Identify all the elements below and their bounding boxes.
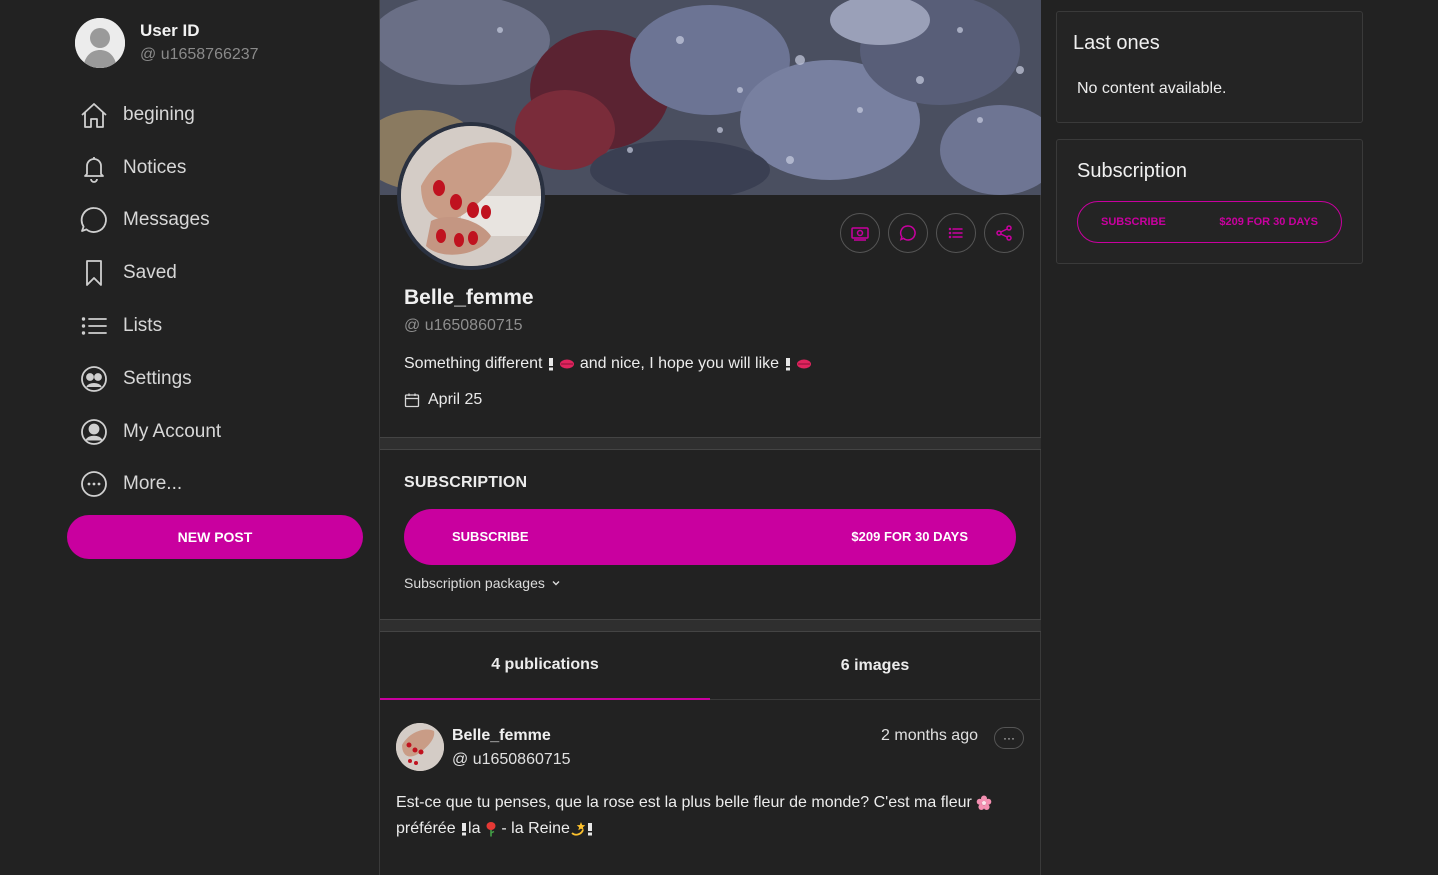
nav-label: Saved bbox=[123, 262, 177, 283]
profile-main: Belle_femme @ u1650860715 Something diff… bbox=[379, 0, 1041, 875]
post-timestamp: 2 months ago bbox=[881, 727, 978, 744]
post-text-line-2b: la bbox=[468, 820, 481, 837]
nav-label: Lists bbox=[123, 315, 163, 336]
nav-label: Messages bbox=[123, 209, 210, 230]
nav-item-saved[interactable]: Saved bbox=[79, 255, 349, 291]
add-to-list-button[interactable] bbox=[936, 213, 976, 253]
subscribe-price: $209 FOR 30 DAYS bbox=[1219, 216, 1318, 228]
exclamation-icon bbox=[460, 822, 468, 836]
subscribe-button-small[interactable]: SUBSCRIBE $209 FOR 30 DAYS bbox=[1077, 201, 1342, 243]
last-ones-empty: No content available. bbox=[1077, 80, 1227, 97]
money-icon bbox=[850, 223, 870, 243]
current-user[interactable]: User ID @ u1658766237 bbox=[75, 18, 355, 70]
nav-item-lists[interactable]: Lists bbox=[79, 308, 349, 344]
nav-label: More... bbox=[123, 473, 183, 494]
tab-publications[interactable]: 4 publications bbox=[380, 631, 710, 700]
exclamation-icon bbox=[547, 357, 555, 371]
subscribe-price: $209 FOR 30 DAYS bbox=[851, 529, 968, 544]
exclamation-icon bbox=[784, 357, 792, 371]
cherry-blossom-icon bbox=[976, 795, 992, 811]
nav-item-begining[interactable]: begining bbox=[79, 97, 349, 133]
profile-actions bbox=[840, 213, 1024, 253]
post-author-name[interactable]: Belle_femme bbox=[452, 727, 551, 745]
nav-item-my-account[interactable]: My Account bbox=[79, 414, 349, 450]
chat-bubble-icon bbox=[79, 205, 109, 235]
message-button[interactable] bbox=[888, 213, 928, 253]
profile-bio: Something different and nice, I hope you… bbox=[404, 355, 812, 373]
nav-item-messages[interactable]: Messages bbox=[79, 202, 349, 238]
nav-item-more[interactable]: More... bbox=[79, 466, 349, 502]
nav-label: Notices bbox=[123, 157, 187, 178]
nav-label: My Account bbox=[123, 421, 222, 442]
bell-icon bbox=[79, 153, 109, 183]
post-more-button[interactable]: ··· bbox=[994, 727, 1024, 749]
user-avatar[interactable] bbox=[75, 18, 125, 68]
share-button[interactable] bbox=[984, 213, 1024, 253]
subscription-heading: SUBSCRIPTION bbox=[404, 474, 528, 491]
new-post-button[interactable]: NEW POST bbox=[67, 515, 363, 559]
nav-label: begining bbox=[123, 104, 195, 125]
nav-label: Settings bbox=[123, 368, 192, 389]
chevron-down-icon bbox=[545, 578, 561, 588]
joined-text: April 25 bbox=[428, 391, 483, 408]
rose-icon bbox=[485, 821, 497, 837]
subscribe-button[interactable]: SUBSCRIBE $209 FOR 30 DAYS bbox=[404, 509, 1016, 565]
profile-display-name: Belle_femme bbox=[404, 286, 534, 309]
dizzy-star-icon bbox=[570, 821, 586, 837]
post-text-line-1: Est-ce que tu penses, que la rose est la… bbox=[396, 794, 972, 811]
bio-text-1: Something different bbox=[404, 355, 543, 372]
section-divider bbox=[380, 437, 1041, 450]
joined-date: April 25 bbox=[404, 391, 482, 409]
tab-images[interactable]: 6 images bbox=[710, 631, 1040, 700]
nav-item-notices[interactable]: Notices bbox=[79, 150, 349, 186]
list-icon bbox=[946, 223, 966, 243]
post-author-avatar[interactable] bbox=[396, 723, 444, 771]
content-tabs: 4 publications 6 images bbox=[380, 631, 1041, 700]
subscription-packages-toggle[interactable]: Subscription packages bbox=[404, 575, 561, 591]
subscribe-label: SUBSCRIBE bbox=[452, 529, 529, 544]
bookmark-icon bbox=[79, 258, 109, 288]
exclamation-icon bbox=[586, 822, 594, 836]
more-circle-icon bbox=[79, 469, 109, 499]
profile-avatar[interactable] bbox=[397, 122, 545, 270]
home-icon bbox=[79, 100, 109, 130]
last-ones-title: Last ones bbox=[1073, 32, 1160, 54]
nav-item-settings[interactable]: Settings bbox=[79, 361, 349, 397]
post-text-line-2a: préférée bbox=[396, 820, 456, 837]
list-icon bbox=[79, 311, 109, 341]
post-text: Est-ce que tu penses, que la rose est la… bbox=[396, 790, 1026, 842]
user-handle: @ u1658766237 bbox=[140, 46, 259, 63]
lips-icon bbox=[796, 358, 812, 370]
tip-button[interactable] bbox=[840, 213, 880, 253]
user-name: User ID bbox=[140, 21, 200, 40]
post-author-handle: @ u1650860715 bbox=[452, 751, 571, 768]
subscribe-label: SUBSCRIBE bbox=[1101, 216, 1166, 228]
subscription-card-title: Subscription bbox=[1077, 160, 1188, 182]
bio-text-2: and nice, I hope you will like bbox=[579, 355, 780, 372]
post-text-line-2c: - la Reine bbox=[501, 820, 570, 837]
chat-icon bbox=[898, 223, 918, 243]
calendar-icon bbox=[404, 392, 428, 408]
lips-icon bbox=[559, 358, 575, 370]
subscription-card: Subscription SUBSCRIBE $209 FOR 30 DAYS bbox=[1056, 139, 1363, 264]
account-circle-icon bbox=[79, 417, 109, 447]
settings-face-icon bbox=[79, 364, 109, 394]
profile-handle: @ u1650860715 bbox=[404, 317, 523, 334]
share-icon bbox=[994, 223, 1014, 243]
last-ones-card: Last ones No content available. bbox=[1056, 11, 1363, 123]
packages-label: Subscription packages bbox=[404, 575, 545, 591]
